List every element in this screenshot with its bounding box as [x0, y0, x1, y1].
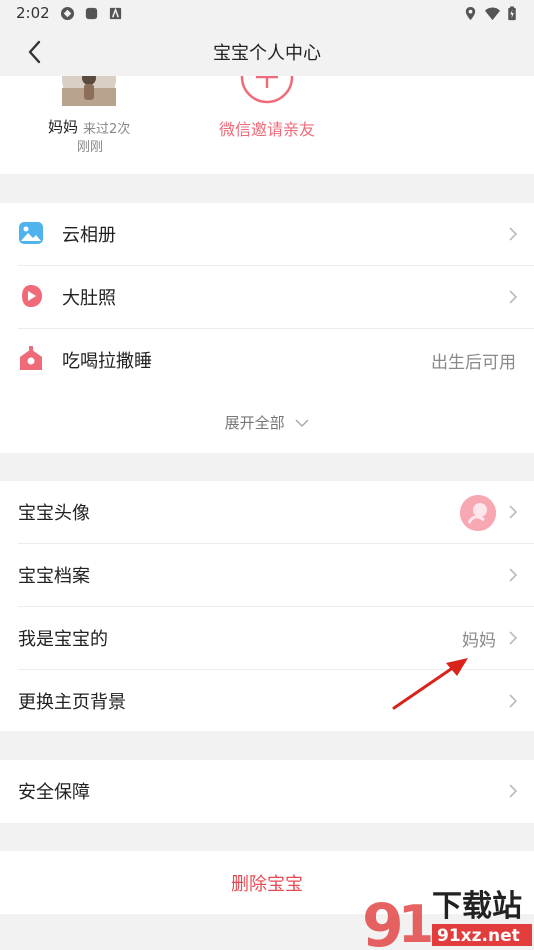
watermark-en: 91xz.net: [437, 926, 520, 946]
nav-bar: 宝宝个人中心: [0, 28, 534, 75]
feature-label: 云相册: [62, 225, 116, 246]
status-bar: 2:02: [0, 0, 534, 28]
setting-baby-profile[interactable]: 宝宝档案: [0, 544, 534, 606]
keyboard-notification-icon: [109, 7, 122, 20]
setting-safety[interactable]: 安全保障: [0, 760, 534, 822]
location-icon: [465, 6, 476, 21]
expand-all-button[interactable]: 展开全部: [0, 412, 534, 433]
wifi-icon: [485, 7, 500, 21]
watermark-cn: 下载站: [432, 889, 522, 924]
chevron-down-icon: [295, 419, 309, 428]
page-title: 宝宝个人中心: [213, 43, 321, 64]
member-last-visit: 刚刚: [77, 140, 104, 155]
watermark-logo: 9 1 下载站 91xz.net: [360, 884, 534, 950]
app-notification-icon: [60, 6, 75, 21]
battery-icon: [508, 6, 516, 21]
setting-label: 宝宝头像: [18, 503, 90, 524]
member-avatar[interactable]: [62, 76, 116, 106]
safety-label: 安全保障: [18, 782, 90, 803]
feature-label: 大肚照: [62, 288, 116, 309]
relationship-value: 妈妈: [462, 631, 496, 651]
setting-label: 我是宝宝的: [18, 629, 108, 650]
feature-availability: 出生后可用: [431, 353, 516, 373]
app-notification-icon-2: [85, 7, 98, 20]
house-icon: [20, 346, 42, 370]
setting-label: 更换主页背景: [18, 692, 126, 713]
annotation-arrow: [392, 658, 468, 710]
baby-avatar: [460, 495, 496, 531]
chevron-right-icon: [509, 290, 518, 304]
setting-baby-avatar[interactable]: 宝宝头像: [0, 481, 534, 543]
expand-all-label: 展开全部: [224, 414, 285, 432]
chevron-right-icon: [509, 568, 518, 582]
feature-item-daily-care[interactable]: 吃喝拉撒睡 出生后可用: [0, 329, 534, 391]
chevron-right-icon: [509, 505, 518, 519]
setting-label: 宝宝档案: [18, 566, 90, 587]
feature-item-bump-photo[interactable]: 大肚照: [0, 266, 534, 328]
invite-friends-label[interactable]: 微信邀请亲友: [200, 116, 334, 140]
feature-label: 吃喝拉撒睡: [62, 351, 152, 372]
feature-item-cloud-album[interactable]: 云相册: [0, 203, 534, 265]
svg-text:1: 1: [398, 895, 434, 950]
chevron-right-icon: [509, 784, 518, 798]
member-visit-count: 来过2次: [83, 122, 131, 137]
photo-album-icon: [19, 222, 43, 244]
chevron-right-icon: [509, 227, 518, 241]
member-name: 妈妈: [48, 118, 79, 136]
safety-card: 安全保障: [0, 760, 534, 823]
chevron-right-icon: [509, 631, 518, 645]
status-time: 2:02: [16, 4, 50, 22]
video-play-icon: [22, 285, 42, 307]
chevron-right-icon: [509, 694, 518, 708]
invite-add-button[interactable]: [240, 76, 294, 104]
